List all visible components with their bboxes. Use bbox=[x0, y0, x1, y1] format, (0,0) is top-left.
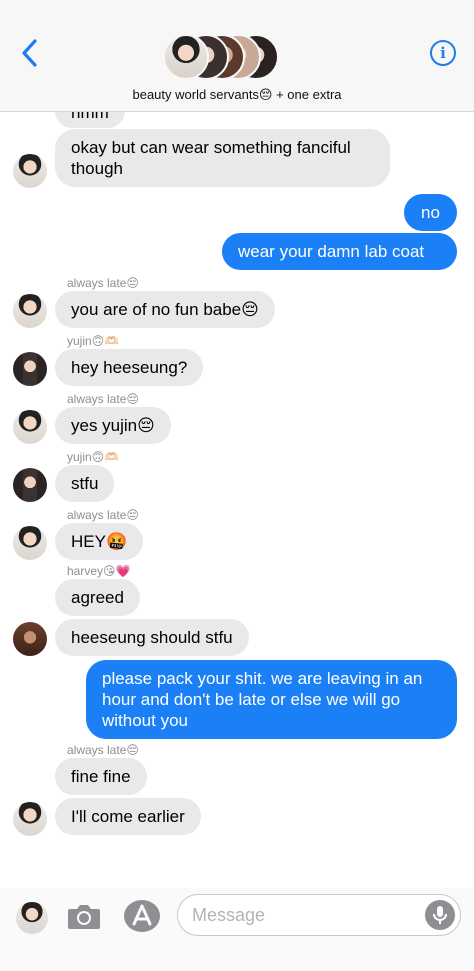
sender-name: yujin🙃🫶🏻 bbox=[67, 450, 120, 464]
sender-name: yujin🙃🫶🏻 bbox=[67, 334, 120, 348]
app-store-icon bbox=[124, 900, 160, 932]
avatar[interactable] bbox=[13, 410, 47, 444]
avatar[interactable] bbox=[13, 468, 47, 502]
info-icon: i bbox=[440, 44, 446, 62]
message-bubble[interactable]: please pack your shit. we are leaving in… bbox=[86, 660, 457, 739]
message-input[interactable] bbox=[192, 904, 412, 926]
message-bubble[interactable]: yes yujin😔 bbox=[55, 407, 171, 444]
message-bubble[interactable]: no bbox=[404, 194, 457, 231]
camera-icon bbox=[68, 905, 100, 929]
back-button[interactable] bbox=[18, 38, 42, 68]
avatar[interactable] bbox=[13, 622, 47, 656]
message-input-container[interactable] bbox=[177, 894, 461, 936]
avatar[interactable] bbox=[13, 526, 47, 560]
info-button[interactable]: i bbox=[430, 40, 456, 66]
message-bubble[interactable]: fine fine bbox=[55, 758, 147, 795]
message-list[interactable]: hmm okay but can wear something fanciful… bbox=[0, 112, 474, 888]
my-memoji-avatar[interactable] bbox=[16, 902, 48, 934]
group-avatar-stack[interactable] bbox=[163, 34, 283, 82]
sender-name: harvey😘💗 bbox=[67, 564, 131, 578]
sender-name: always late😔 bbox=[67, 743, 139, 757]
group-name[interactable]: beauty world servants😔 + one extra bbox=[0, 87, 474, 103]
dictation-button[interactable] bbox=[425, 900, 455, 930]
message-bubble[interactable]: hmm bbox=[55, 112, 125, 128]
microphone-icon bbox=[433, 906, 447, 924]
chevron-left-icon bbox=[22, 39, 37, 67]
camera-button[interactable] bbox=[66, 900, 102, 932]
message-bubble[interactable]: hey heeseung? bbox=[55, 349, 204, 386]
sender-name: always late😔 bbox=[67, 392, 139, 406]
sender-name: always late😔 bbox=[67, 508, 139, 522]
app-store-button[interactable] bbox=[123, 899, 161, 933]
sender-name: always late😔 bbox=[67, 276, 139, 290]
avatar[interactable] bbox=[13, 154, 47, 188]
avatar bbox=[163, 34, 209, 80]
message-bubble[interactable]: you are of no fun babe😔 bbox=[55, 291, 275, 328]
chat-header: i beauty world servants😔 + one extra bbox=[0, 0, 474, 112]
message-bubble[interactable]: okay but can wear something fanciful tho… bbox=[55, 129, 390, 187]
message-bubble[interactable]: stfu bbox=[55, 465, 115, 502]
message-bubble[interactable]: I'll come earlier bbox=[55, 798, 201, 835]
avatar[interactable] bbox=[13, 294, 47, 328]
avatar[interactable] bbox=[13, 802, 47, 836]
avatar[interactable] bbox=[13, 352, 47, 386]
message-bubble[interactable]: agreed bbox=[55, 579, 140, 616]
message-bubble[interactable]: HEY🤬 bbox=[55, 523, 144, 560]
message-bubble[interactable]: heeseung should stfu bbox=[55, 619, 249, 656]
message-bubble[interactable]: wear your damn lab coat bbox=[222, 233, 457, 270]
